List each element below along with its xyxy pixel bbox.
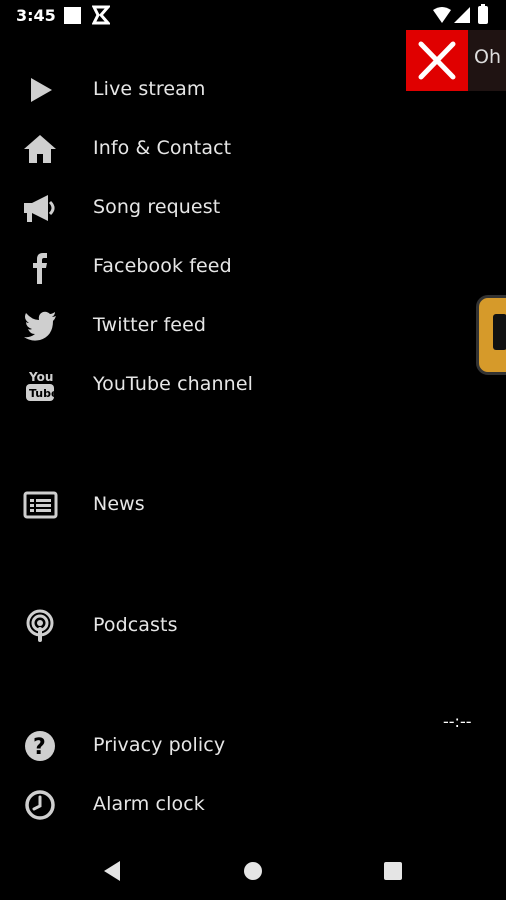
svg-text:Tube: Tube	[29, 387, 58, 400]
drawer-item-label: Live stream	[93, 78, 206, 100]
drawer-item-label: Song request	[93, 196, 221, 218]
drawer-item-label: Facebook feed	[93, 255, 232, 277]
home-button[interactable]	[244, 862, 262, 880]
podcast-icon	[26, 609, 54, 642]
drawer-item-label: News	[93, 493, 145, 515]
clock-icon	[25, 790, 55, 820]
drawer-item-label: Alarm clock	[93, 793, 205, 815]
drawer-item-privacy-policy[interactable]: ? Privacy policy	[0, 723, 300, 769]
wifi-icon	[433, 7, 451, 23]
svg-text:You: You	[28, 370, 53, 384]
drawer-item-label: YouTube channel	[93, 373, 253, 395]
close-icon	[418, 41, 456, 80]
battery-icon	[478, 4, 488, 24]
drawer-item-info-contact[interactable]: Info & Contact	[0, 126, 300, 172]
facebook-icon	[33, 253, 47, 284]
svg-text:?: ?	[33, 735, 46, 760]
drawer-item-facebook-feed[interactable]: Facebook feed	[0, 244, 300, 290]
drawer-item-twitter-feed[interactable]: Twitter feed	[0, 303, 300, 349]
drawer-item-label: Podcasts	[93, 614, 178, 636]
ad-banner-text: Oh S	[474, 46, 506, 68]
drawer-item-label: Info & Contact	[93, 137, 232, 159]
drawer-item-label: Privacy policy	[93, 734, 226, 756]
status-time: 3:45	[16, 6, 56, 25]
home-icon	[24, 135, 56, 163]
app-notification-icon	[92, 5, 110, 25]
megaphone-icon	[24, 195, 55, 222]
youtube-icon: You Tube	[26, 370, 58, 401]
drawer-item-news[interactable]: News	[0, 482, 300, 528]
drawer-item-song-request[interactable]: Song request	[0, 185, 300, 231]
drawer-item-youtube-channel[interactable]: You Tube YouTube channel	[0, 362, 300, 408]
drawer-item-label: Twitter feed	[93, 314, 207, 336]
back-icon[interactable]	[102, 860, 122, 882]
drawer-item-live-stream[interactable]: Live stream	[0, 67, 300, 113]
notification-square-icon	[64, 7, 81, 24]
station-logo	[476, 295, 506, 375]
twitter-icon	[24, 311, 56, 341]
drawer-item-podcasts[interactable]: Podcasts	[0, 603, 300, 649]
recent-apps-button[interactable]	[384, 862, 402, 880]
close-ad-button[interactable]	[406, 30, 468, 91]
signal-icon	[454, 7, 470, 23]
news-icon	[23, 491, 58, 519]
drawer-item-alarm-clock[interactable]: Alarm clock	[0, 782, 300, 828]
help-icon: ?	[25, 731, 55, 761]
status-bar: 3:45	[0, 0, 506, 32]
system-navigation-bar	[0, 840, 506, 900]
playback-time: --:--	[443, 712, 472, 731]
play-icon	[31, 78, 52, 102]
